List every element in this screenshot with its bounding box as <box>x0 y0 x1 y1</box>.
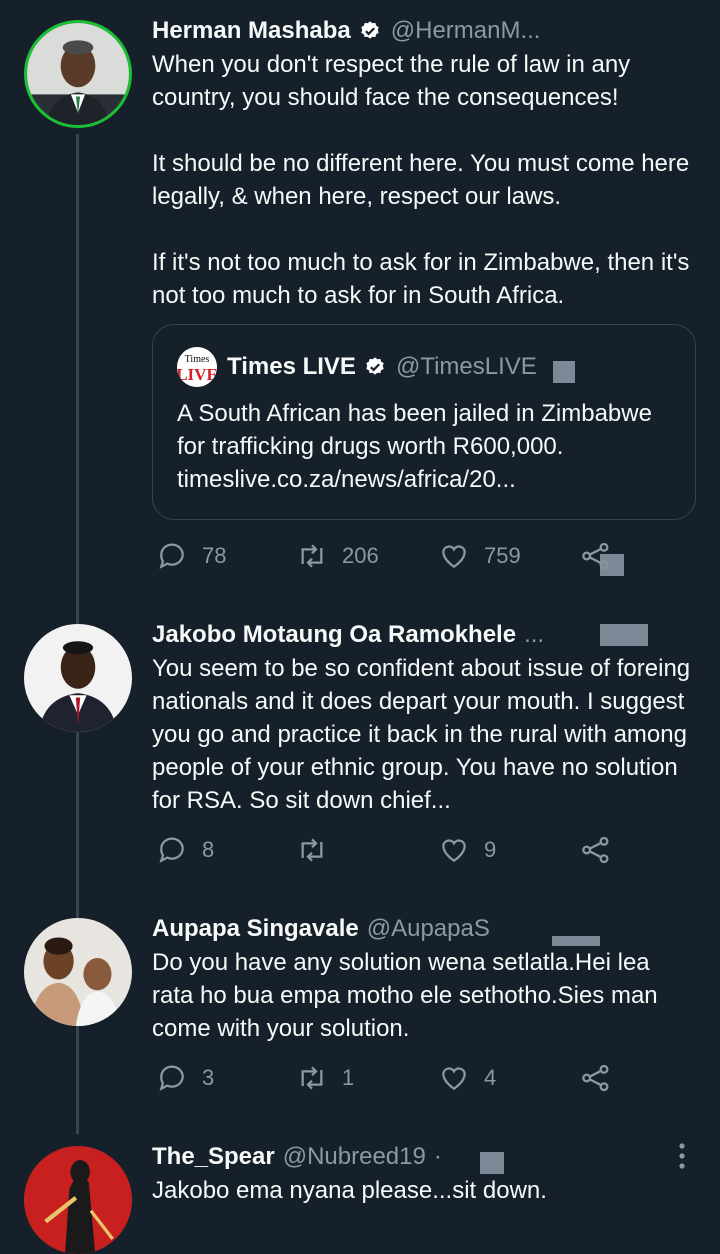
tweet-paragraph: Jakobo ema nyana please...sit down. <box>152 1177 547 1204</box>
person-photo-avatar-icon <box>27 23 129 125</box>
tweet-header: Aupapa Singavale @AupapaS <box>152 912 490 946</box>
retweet-count: 206 <box>342 543 379 568</box>
reply-count: 3 <box>202 1065 215 1090</box>
author-name[interactable]: Herman Mashaba <box>152 17 351 45</box>
tweet-paragraph: When you don't respect the rule of law i… <box>152 51 631 111</box>
retweet-button[interactable]: 206 <box>296 540 379 572</box>
redaction-mark <box>553 361 575 383</box>
tweet-paragraph: If it's not too much to ask for in Zimba… <box>152 249 690 309</box>
reply-icon <box>159 543 184 569</box>
more-options-button[interactable] <box>678 1142 686 1175</box>
author-name[interactable]: The_Spear <box>152 1143 275 1171</box>
heart-icon <box>442 545 466 569</box>
redaction-mark <box>600 554 624 576</box>
person-photo-avatar-icon <box>24 918 132 1026</box>
tweet-text: Jakobo ema nyana please...sit down. <box>152 1174 697 1207</box>
author-name[interactable]: Aupapa Singavale <box>152 915 359 943</box>
author-handle[interactable]: @Nubreed19 <box>283 1143 426 1171</box>
timeslive-logo: Times LIVE <box>177 347 217 387</box>
tweet-header: The_Spear @Nubreed19 · <box>152 1140 442 1174</box>
tweet-paragraph: It should be no different here. You must… <box>152 150 690 210</box>
avatar[interactable] <box>24 20 132 128</box>
quoted-tweet-text: A South African has been jailed in Zimba… <box>177 400 652 493</box>
reply-icon <box>159 837 184 863</box>
reply-button[interactable]: 8 <box>156 834 214 866</box>
retweet-button[interactable]: 1 <box>296 1062 354 1094</box>
share-button[interactable] <box>580 1062 612 1094</box>
person-photo-avatar-icon <box>24 624 132 732</box>
quoted-tweet-header: Times LIVE Times LIVE @TimesLIVE <box>177 347 537 387</box>
author-name[interactable]: Jakobo Motaung Oa Ramokhele <box>152 621 516 649</box>
retweet-icon <box>301 544 323 568</box>
verified-badge-icon <box>361 21 379 39</box>
like-button[interactable]: 9 <box>438 834 496 866</box>
reply-icon <box>159 1065 184 1091</box>
like-count: 9 <box>484 837 497 862</box>
retweet-button[interactable] <box>296 834 342 866</box>
tweet-text: When you don't respect the rule of law i… <box>152 48 697 312</box>
tweet-text: Do you have any solution wena setlatla.H… <box>152 946 697 1045</box>
like-count: 759 <box>484 543 521 568</box>
more-vertical-icon <box>679 1143 685 1169</box>
reply-button[interactable]: 3 <box>156 1062 214 1094</box>
svg-text:LIVE: LIVE <box>177 365 217 384</box>
truncation-ellipsis: ... <box>524 621 545 648</box>
redaction-mark <box>480 1152 504 1174</box>
tweet-paragraph: Do you have any solution wena setlatla.H… <box>152 949 658 1042</box>
author-handle[interactable]: @AupapaS <box>367 915 490 943</box>
tweet-header: Herman Mashaba @HermanM... <box>152 14 540 48</box>
avatar[interactable] <box>24 1146 132 1254</box>
quoted-tweet[interactable]: Times LIVE Times LIVE @TimesLIVE A South… <box>152 324 696 520</box>
retweet-icon <box>301 838 323 862</box>
reply-button[interactable]: 78 <box>156 540 226 572</box>
avatar[interactable] <box>24 918 132 1026</box>
quoted-author-handle: @TimesLIVE <box>395 353 537 380</box>
share-button[interactable] <box>580 834 612 866</box>
separator-dot: · <box>433 1143 442 1170</box>
share-icon <box>582 836 609 864</box>
svg-text:Times: Times <box>185 354 210 365</box>
tweet-actions: 3 1 4 <box>156 1062 656 1102</box>
tweet-actions: 78 206 759 <box>156 540 656 580</box>
redaction-mark <box>600 624 648 646</box>
tweet-header: Jakobo Motaung Oa Ramokhele ... <box>152 618 544 652</box>
tweet-actions: 8 9 <box>156 834 656 874</box>
tweet-text: You seem to be so confident about issue … <box>152 652 697 817</box>
retweet-icon <box>301 1066 323 1090</box>
heart-icon <box>442 1067 466 1091</box>
like-count: 4 <box>484 1065 497 1090</box>
reply-count: 8 <box>202 837 215 862</box>
like-button[interactable]: 4 <box>438 1062 496 1094</box>
reply-count: 78 <box>202 543 227 568</box>
like-button[interactable]: 759 <box>438 540 521 572</box>
share-icon <box>582 1064 609 1092</box>
heart-icon <box>442 839 466 863</box>
quoted-author-name: Times LIVE <box>227 353 356 380</box>
verified-badge-icon <box>366 357 384 375</box>
redaction-mark <box>552 936 600 946</box>
tweet-paragraph: You seem to be so confident about issue … <box>152 655 691 814</box>
retweet-count: 1 <box>342 1065 355 1090</box>
artwork-avatar-icon <box>24 1146 132 1254</box>
avatar[interactable] <box>24 624 132 732</box>
author-handle[interactable]: @HermanM... <box>391 17 541 45</box>
